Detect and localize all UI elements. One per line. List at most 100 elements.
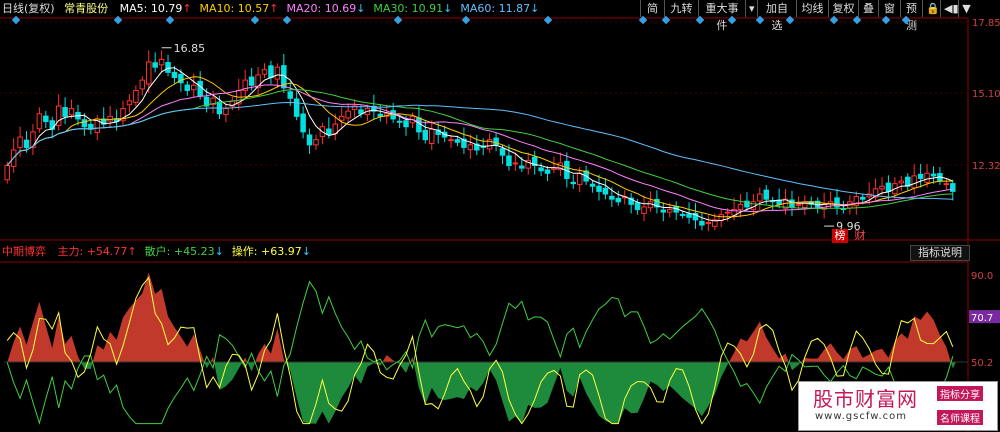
candle-body: [493, 137, 499, 146]
candle-body: [293, 98, 300, 117]
candle-body: [36, 113, 43, 130]
ma-line-20: [6, 84, 953, 213]
event-marker-icon: [638, 15, 648, 25]
candle-body: [879, 185, 885, 190]
candle-body: [763, 189, 769, 200]
candle-body: [158, 58, 165, 66]
candle-body: [737, 203, 744, 211]
candle-body: [917, 173, 924, 179]
watermark-title: 股市财富网: [813, 387, 918, 411]
candle-body: [467, 144, 474, 151]
candle-body: [859, 196, 866, 200]
candle-body: [454, 139, 461, 143]
kline-window: 日线(复权) 常青股份 MA5: 10.79↑ MA10: 10.57↑ MA20:…: [0, 0, 1000, 432]
candle-body: [789, 199, 795, 208]
price-tick-label: 17.85: [972, 18, 1000, 29]
indicator-explain-button[interactable]: 指标说明: [910, 245, 970, 261]
candle-body: [248, 76, 255, 86]
event-marker-icon: [393, 15, 403, 25]
candle-body: [660, 209, 667, 213]
candle-body: [197, 80, 203, 97]
indicator-tick-label: 90.0: [971, 271, 993, 282]
candle-body: [23, 139, 30, 148]
candle-body: [191, 84, 197, 91]
ma-line-30: [6, 88, 953, 210]
event-marker-icon: [165, 15, 175, 25]
indicator-legend: 主力: +54.77↑ 散户: +45.23↓ 操作: +63.97↓: [50, 245, 311, 258]
event-marker-icon: [543, 15, 553, 25]
watermark: 股市财富网 指标分享 www.gscfw.com 名师课程: [798, 381, 998, 431]
candle-body: [338, 115, 345, 121]
candle-body: [4, 165, 10, 181]
candle-body: [924, 172, 930, 183]
candle-body: [570, 181, 577, 185]
candle-body: [81, 119, 88, 128]
candle-body: [512, 162, 519, 165]
indicator-name[interactable]: 中期博弈: [2, 245, 46, 258]
candle-body: [223, 108, 229, 116]
candle-body: [609, 195, 615, 200]
candle-body: [429, 128, 435, 145]
candle-body: [145, 61, 152, 85]
candle-body: [551, 167, 557, 170]
price-tick-label: 12.32: [972, 161, 1000, 172]
candle-body: [757, 193, 763, 202]
candle-body: [326, 128, 332, 135]
candle-body: [499, 148, 506, 156]
candle-body: [576, 172, 583, 185]
indicator-legend-item: 散户: +45.23↓: [144, 245, 224, 258]
candle-body: [519, 165, 525, 169]
watermark-url: www.gscfw.com: [815, 411, 907, 422]
event-marker-icon: [461, 15, 471, 25]
indicator-legend-item: 主力: +54.77↑: [57, 245, 137, 258]
candle-body: [107, 115, 113, 122]
candle-body: [699, 220, 705, 226]
candle-body: [62, 107, 68, 117]
candle-body: [641, 206, 647, 214]
candle-body: [538, 167, 544, 172]
candle-body: [795, 203, 802, 206]
event-marker-icon: [113, 15, 123, 25]
watermark-tag1: 指标分享: [937, 386, 983, 401]
price-chart[interactable]: 17.8515.1012.3216.859.9690.070.750.2: [0, 0, 1000, 432]
event-marker-icon: [785, 15, 795, 25]
event-marker-icon: [250, 15, 260, 25]
candle-body: [396, 120, 403, 123]
event-marker-icon: [755, 15, 765, 25]
candle-body: [274, 66, 281, 80]
candle-body: [133, 89, 139, 103]
candle-body: [724, 211, 731, 214]
candle-body: [287, 91, 293, 99]
candle-body: [377, 113, 384, 117]
candle-body: [126, 100, 133, 106]
candle-body: [268, 65, 274, 79]
candle-body: [776, 199, 782, 205]
candle-body: [943, 183, 950, 186]
event-marker-icon: [282, 15, 292, 25]
bang-badge[interactable]: 榜: [832, 229, 848, 243]
candle-body: [589, 183, 596, 187]
candle-body: [448, 139, 454, 142]
candle-body: [911, 175, 917, 189]
candle-body: [544, 169, 551, 174]
candle-body: [422, 129, 429, 141]
candle-body: [416, 117, 422, 133]
indicator-legend-item: 操作: +63.97↓: [231, 245, 311, 258]
candle-body: [261, 69, 268, 75]
event-marker-icon: [852, 15, 862, 25]
candle-body: [306, 134, 313, 146]
price-tick-label: 15.10: [972, 89, 1000, 100]
candle-body: [152, 62, 158, 68]
candle-body: [165, 62, 171, 73]
ma-line-10: [6, 76, 953, 218]
cai-badge[interactable]: 财: [852, 229, 868, 243]
candle-body: [802, 201, 808, 208]
event-marker-icon: [695, 15, 705, 25]
candle-body: [667, 209, 673, 213]
candle-body: [602, 187, 609, 195]
watermark-tag2: 名师课程: [937, 410, 983, 425]
event-marker-icon: [11, 15, 21, 25]
candle-body: [403, 120, 409, 128]
indicator-tick-label: 50.2: [971, 358, 993, 369]
ma-line-60: [6, 101, 953, 200]
